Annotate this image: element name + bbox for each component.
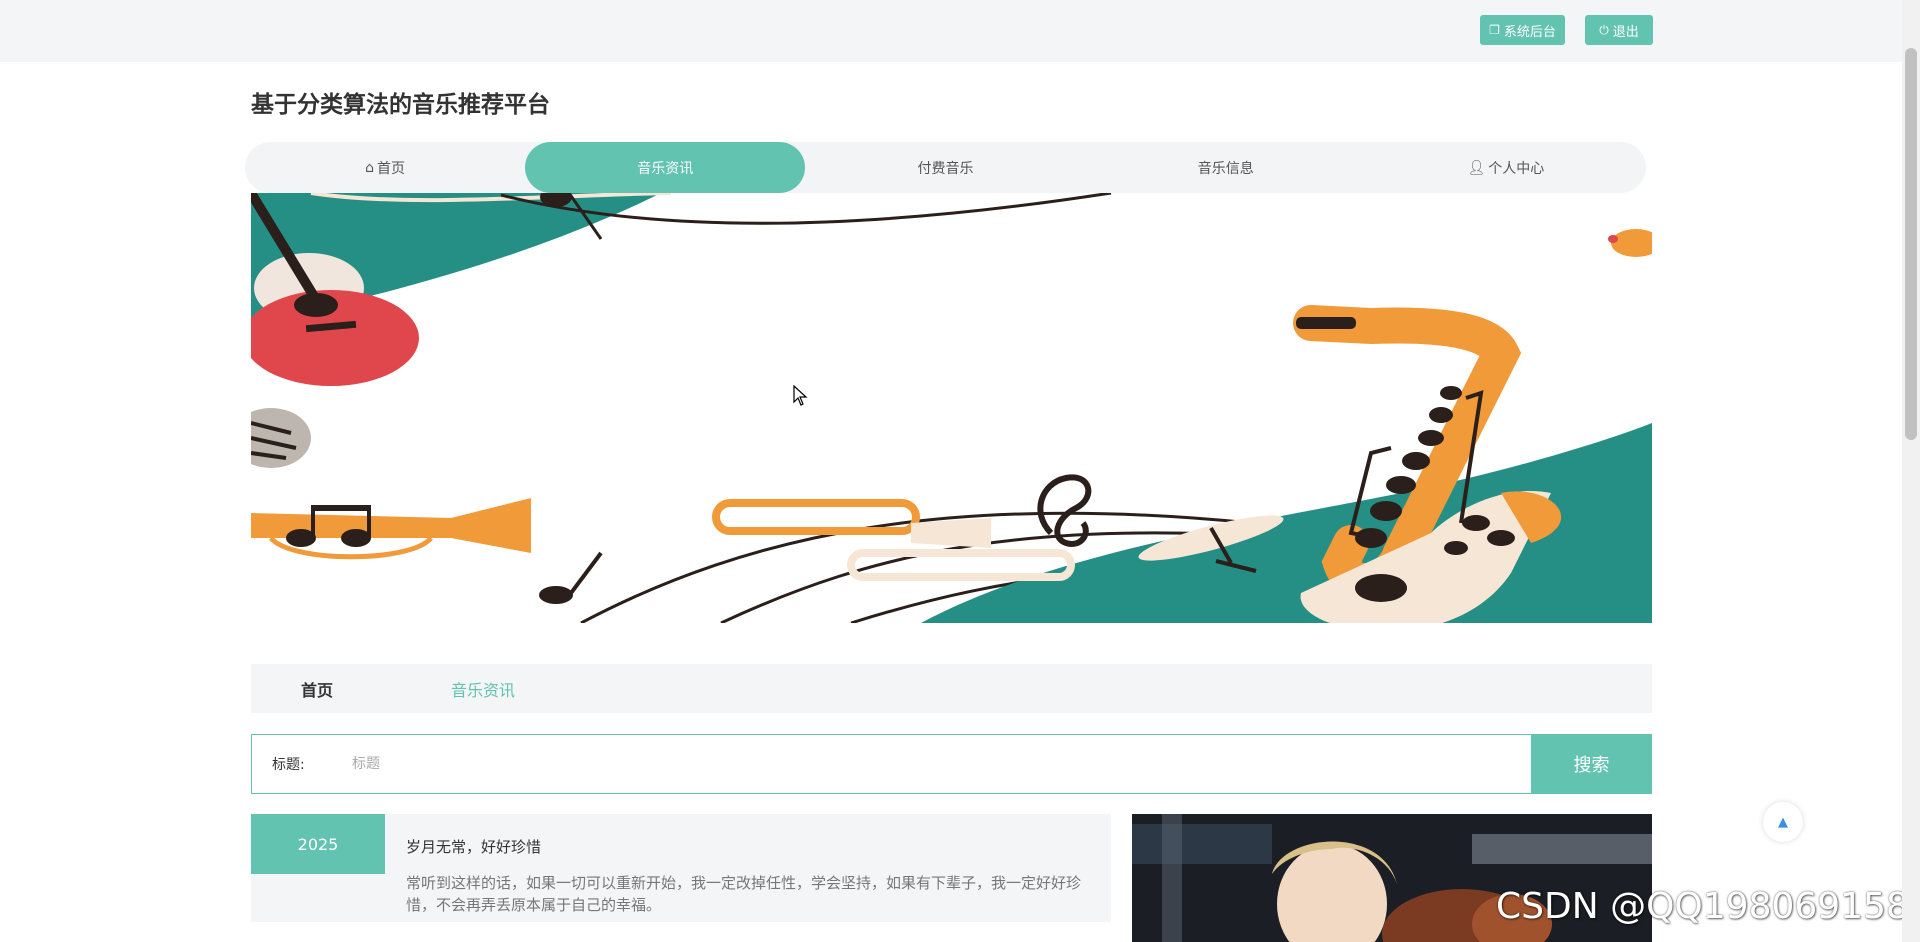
search-button[interactable]: 搜索 (1531, 734, 1652, 794)
nav-item-personal-center[interactable]: 👤︎ 个人中心 (1366, 142, 1646, 193)
mouse-cursor-icon (793, 385, 808, 406)
back-to-top-button[interactable]: ▲ (1763, 802, 1803, 842)
title-search-input[interactable] (352, 735, 1531, 793)
nav-item-label: 付费音乐 (917, 160, 974, 177)
copy-icon: ❐ (1489, 23, 1500, 37)
nav-item-label: 个人中心 (1488, 160, 1545, 177)
news-title[interactable]: 岁月无常，好好珍惜 (406, 836, 541, 857)
news-year-badge: 2025 (251, 814, 385, 874)
breadcrumb-home[interactable]: 首页 (301, 677, 333, 701)
nav-item-label: 音乐资讯 (637, 160, 694, 177)
nav-item-music-info[interactable]: 音乐信息 (1086, 142, 1366, 193)
scrollbar-thumb[interactable] (1905, 48, 1917, 440)
site-title: 基于分类算法的音乐推荐平台 (251, 92, 550, 118)
banner-carousel[interactable] (251, 193, 1652, 623)
news-list-item[interactable]: 2025 岁月无常，好好珍惜 常听到这样的话，如果一切可以重新开始，我一定改掉任… (251, 814, 1111, 922)
breadcrumb-current: 音乐资讯 (451, 680, 516, 700)
logout-button[interactable]: ⏻ 退出 (1585, 15, 1653, 45)
main-nav: ⌂ 首页 音乐资讯 付费音乐 音乐信息 👤︎ 个人中心 (245, 142, 1646, 193)
home-icon: ⌂ (365, 159, 375, 176)
news-description: 常听到这样的话，如果一切可以重新开始，我一定改掉任性，学会坚持，如果有下辈子，我… (406, 874, 1082, 914)
top-bar: ❐ 系统后台 ⏻ 退出 (0, 0, 1902, 62)
search-bar: 标题: 搜索 (251, 734, 1652, 794)
logout-label: 退出 (1612, 24, 1639, 40)
admin-backend-button[interactable]: ❐ 系统后台 (1480, 15, 1565, 45)
caret-up-icon: ▲ (1778, 814, 1788, 830)
search-label: 标题: (272, 757, 305, 773)
nav-item-label: 首页 (377, 160, 406, 177)
music-instruments-illustration (251, 193, 1652, 623)
watermark: CSDN @QQ1980691580 (1496, 886, 1920, 927)
nav-item-label: 音乐信息 (1197, 160, 1254, 177)
nav-item-home[interactable]: ⌂ 首页 (245, 142, 525, 193)
power-icon: ⏻ (1599, 22, 1609, 37)
nav-item-paid-music[interactable]: 付费音乐 (805, 142, 1085, 193)
page-scrollbar[interactable] (1902, 0, 1920, 942)
user-icon: 👤︎ (1467, 159, 1486, 176)
breadcrumb: 首页 音乐资讯 (251, 664, 1652, 713)
nav-item-music-news[interactable]: 音乐资讯 (525, 142, 806, 193)
admin-backend-label: 系统后台 (1503, 24, 1556, 40)
